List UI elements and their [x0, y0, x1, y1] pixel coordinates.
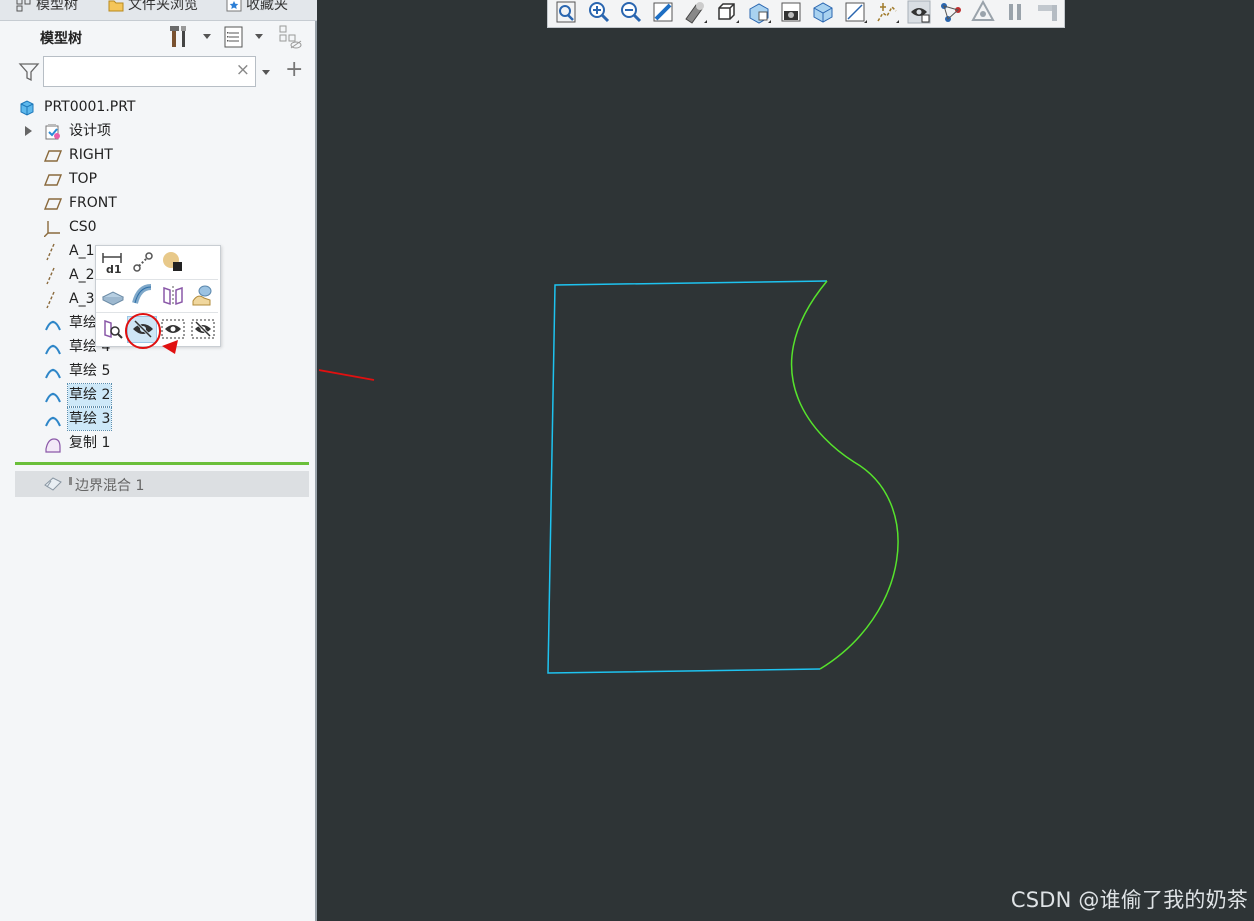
tree-filter-icon[interactable] — [278, 24, 302, 50]
callout-arrow — [319, 369, 375, 381]
panel-tabs: 模型树 文件夹浏览 收藏夹 — [0, 0, 317, 21]
folder-icon — [108, 0, 124, 12]
sketch-green-curve — [790, 280, 899, 670]
coordinate-system-icon — [44, 221, 60, 237]
callout-arrowhead — [162, 340, 178, 354]
tab-folder-browser[interactable]: 文件夹浏览 — [108, 0, 212, 18]
tree-item-boundary-blend[interactable]: 边界混合 1 — [15, 471, 309, 497]
datum-plane-icon — [44, 150, 62, 162]
surface-icon[interactable] — [190, 283, 216, 309]
settings-dropdown-icon[interactable] — [203, 34, 211, 39]
svg-text:d1: d1 — [106, 263, 122, 275]
insert-marker-icon — [69, 477, 72, 485]
boundary-blend-icon — [44, 477, 62, 491]
model-tree-title: 模型树 — [40, 31, 82, 47]
hide-icon[interactable] — [130, 316, 156, 342]
edit-references-icon[interactable] — [130, 249, 156, 275]
extrude-icon[interactable] — [100, 283, 126, 309]
search-input[interactable] — [48, 57, 232, 86]
favorites-icon — [226, 0, 242, 12]
sketch-blue-outline — [547, 280, 828, 674]
settings-tools-icon[interactable] — [168, 24, 192, 50]
sketch-icon — [45, 344, 61, 355]
tab-favorites[interactable]: 收藏夹 — [226, 0, 308, 18]
sweep-icon[interactable] — [130, 283, 156, 309]
mirror-icon[interactable] — [160, 283, 186, 309]
datum-plane-icon — [44, 174, 62, 186]
watermark: CSDN @谁偷了我的奶茶 — [1010, 888, 1248, 912]
model-tree-icon — [16, 0, 31, 12]
appearance-icon[interactable] — [160, 249, 186, 275]
datum-axis-icon — [46, 243, 55, 261]
model-tree-panel: 模型树 文件夹浏览 收藏夹 模型树 × + PRT0001.PRT 设计项 RI… — [0, 0, 317, 921]
hide-all-icon[interactable] — [190, 316, 216, 342]
datum-plane-icon — [44, 198, 62, 210]
search-dropdown-icon[interactable] — [262, 70, 270, 75]
sketch-icon — [45, 368, 61, 379]
measure-icon[interactable] — [100, 316, 126, 342]
sketch-icon — [45, 416, 61, 427]
expand-design-items-icon[interactable] — [25, 126, 32, 136]
graphics-window[interactable] — [319, 0, 1254, 921]
design-items-icon — [45, 124, 60, 140]
show-options-icon[interactable] — [222, 24, 246, 50]
edit-dimensions-icon[interactable]: d1 — [100, 249, 126, 275]
add-filter-button[interactable]: + — [285, 59, 303, 81]
search-field[interactable]: × — [43, 56, 256, 87]
clear-search-icon[interactable]: × — [236, 60, 250, 80]
datum-axis-icon — [46, 291, 55, 309]
tab-model-tree[interactable]: 模型树 — [16, 0, 104, 18]
filter-icon[interactable] — [18, 61, 40, 83]
sketch-icon — [45, 320, 61, 331]
datum-axis-icon — [46, 267, 55, 285]
insert-indicator[interactable] — [15, 462, 309, 465]
sketch-icon — [45, 392, 61, 403]
show-dropdown-icon[interactable] — [255, 34, 263, 39]
part-icon — [20, 100, 34, 116]
copy-surface-icon — [45, 438, 61, 453]
